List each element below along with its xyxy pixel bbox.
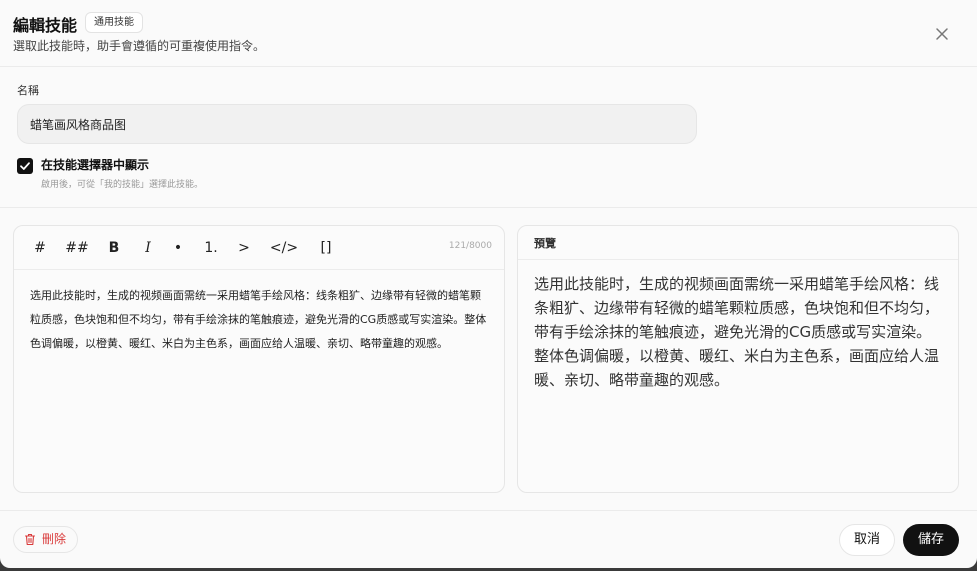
- name-input[interactable]: [17, 104, 697, 144]
- numbered-list-button[interactable]: 1.: [200, 238, 222, 258]
- show-in-picker-label: 在技能選擇器中顯示: [41, 158, 150, 172]
- markdown-editor: # ## B I • 1. > </> [] 121/8000 选用此技能时，生…: [13, 225, 505, 493]
- dialog-footer: 刪除 取消 儲存: [0, 510, 977, 568]
- skill-form: 名稱 在技能選擇器中顯示 啟用後，可從「我的技能」選擇此技能。: [0, 67, 977, 208]
- editor-toolbar: # ## B I • 1. > </> [] 121/8000: [14, 226, 504, 270]
- cancel-button[interactable]: 取消: [839, 524, 895, 556]
- delete-button[interactable]: 刪除: [13, 526, 79, 553]
- bold-button[interactable]: B: [106, 238, 122, 258]
- char-counter: 121/8000: [448, 241, 492, 251]
- dialog-title: 編輯技能: [13, 16, 78, 35]
- preview-title: 預覽: [534, 237, 556, 250]
- trash-icon: [24, 533, 36, 546]
- italic-button[interactable]: I: [140, 238, 156, 258]
- heading2-button[interactable]: ##: [64, 238, 90, 258]
- code-button[interactable]: </>: [268, 238, 300, 258]
- heading1-button[interactable]: #: [32, 238, 48, 258]
- preview-pane: 預覽 选用此技能时，生成的视频画面需统一采用蜡笔手绘风格：线条粗犷、边缘带有轻微…: [517, 225, 959, 493]
- skill-type-badge: 通用技能: [85, 12, 143, 33]
- quote-button[interactable]: >: [236, 238, 252, 258]
- check-icon: [20, 162, 30, 170]
- close-button[interactable]: [930, 22, 954, 46]
- save-button[interactable]: 儲存: [903, 524, 959, 556]
- editor-textarea[interactable]: 选用此技能时，生成的视频画面需统一采用蜡笔手绘风格：线条粗犷、边缘带有轻微的蜡笔…: [30, 284, 488, 356]
- preview-content: 选用此技能时，生成的视频画面需统一采用蜡笔手绘风格：线条粗犷、边缘带有轻微的蜡笔…: [534, 275, 940, 389]
- delete-label: 刪除: [42, 532, 67, 546]
- show-in-picker-checkbox[interactable]: [17, 158, 33, 174]
- dialog-header: 編輯技能 通用技能 選取此技能時，助手會遵循的可重複使用指令。: [0, 0, 977, 67]
- dialog-subtitle: 選取此技能時，助手會遵循的可重複使用指令。: [13, 39, 266, 53]
- bullet-list-button[interactable]: •: [170, 238, 186, 258]
- name-label: 名稱: [17, 84, 39, 97]
- close-icon: [936, 28, 948, 40]
- edit-skill-dialog: 編輯技能 通用技能 選取此技能時，助手會遵循的可重複使用指令。 名稱 在技能選擇…: [0, 0, 977, 568]
- preview-header: 預覽: [518, 226, 958, 260]
- show-in-picker-hint: 啟用後，可從「我的技能」選擇此技能。: [41, 180, 204, 190]
- checkbox-button[interactable]: []: [316, 238, 336, 258]
